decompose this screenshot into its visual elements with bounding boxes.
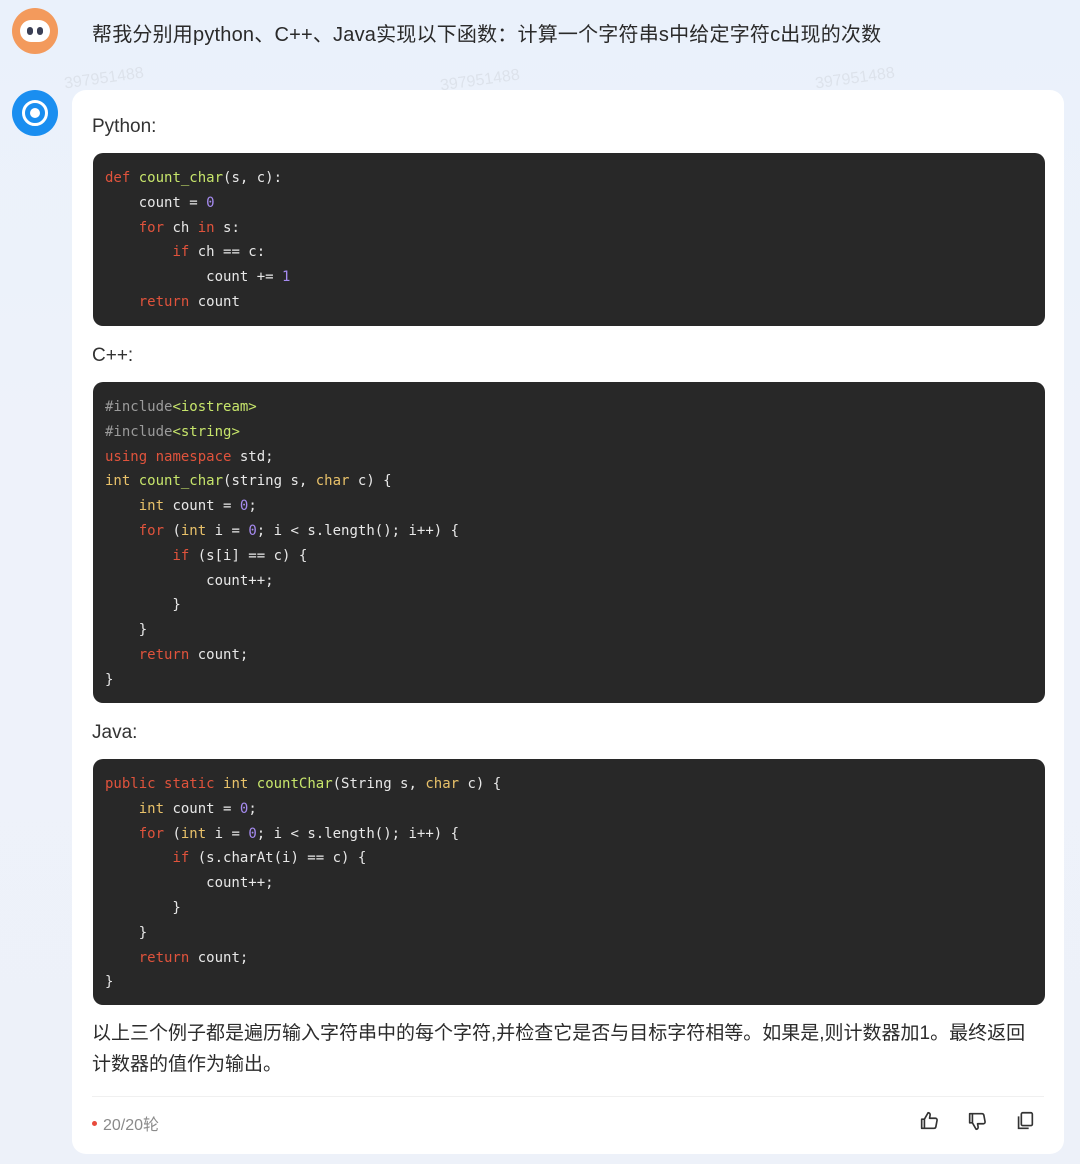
java-code-block[interactable]: public static int countChar(String s, ch… [93, 759, 1045, 1005]
python-code-block[interactable]: def count_char(s, c): count = 0 for ch i… [93, 153, 1045, 326]
status-dot [92, 1120, 97, 1126]
cpp-label: C++: [92, 345, 134, 366]
java-label: Java: [92, 722, 138, 743]
footer-divider [92, 1096, 1044, 1097]
cpp-code-block[interactable]: #include<iostream> #include<string> usin… [93, 382, 1045, 703]
assistant-logo-icon [22, 100, 48, 126]
copy-icon[interactable] [1014, 1110, 1036, 1132]
robot-face-icon [20, 20, 50, 42]
answer-summary: 以上三个例子都是遍历输入字符串中的每个字符,并检查它是否与目标字符相等。如果是,… [92, 1023, 1026, 1075]
user-avatar [12, 8, 58, 54]
user-question: 帮我分别用python、C++、Java实现以下函数：计算一个字符串s中给定字符… [92, 24, 882, 46]
answer-actions [918, 1110, 1036, 1132]
python-label: Python: [92, 116, 157, 137]
assistant-avatar [12, 90, 58, 136]
thumbs-down-icon[interactable] [966, 1110, 988, 1132]
rounds-counter: 20/20轮 [92, 1111, 159, 1135]
thumbs-up-icon[interactable] [918, 1110, 940, 1132]
rounds-text: 20/20轮 [103, 1117, 160, 1134]
